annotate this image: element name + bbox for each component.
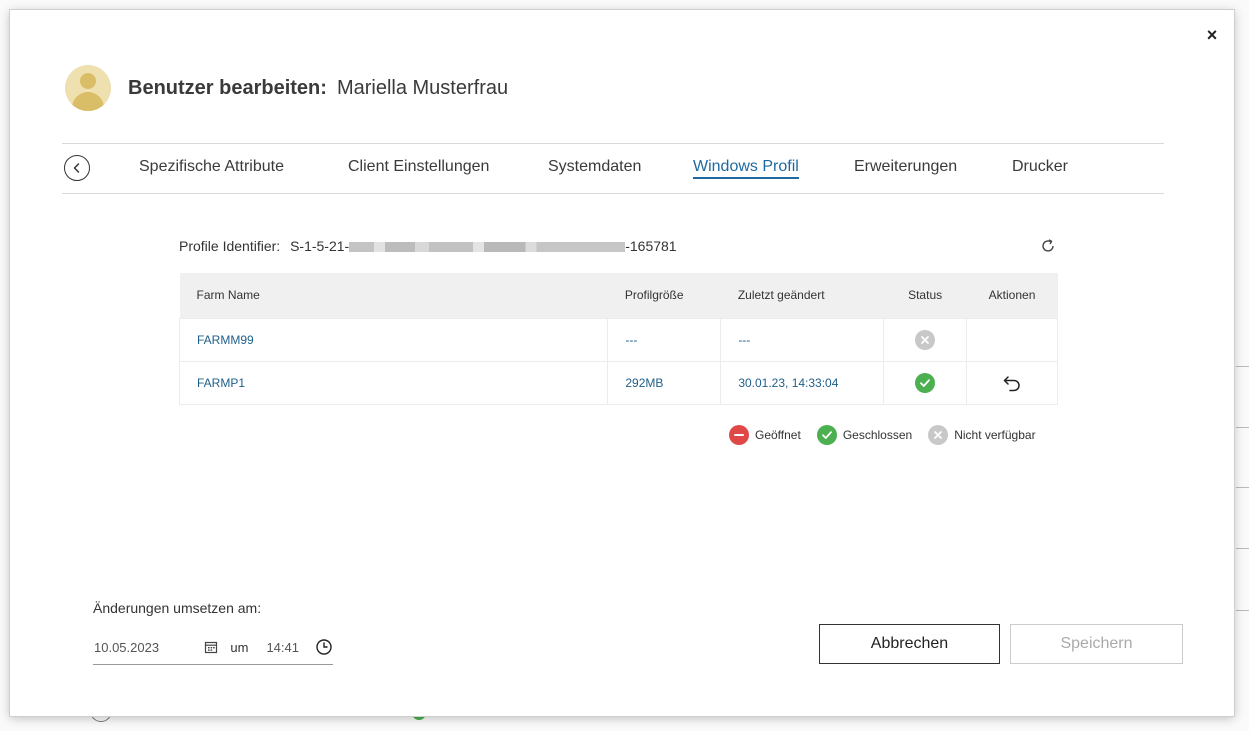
farm-name-cell: FARMP1	[178, 360, 609, 405]
date-input[interactable]: 10.05.2023	[93, 640, 202, 655]
undo-icon[interactable]	[1001, 372, 1023, 394]
legend-item-open: Geöffnet	[729, 425, 801, 445]
legend-label: Geöffnet	[755, 428, 801, 442]
actions-cell	[966, 317, 1058, 362]
user-avatar-icon	[65, 65, 111, 111]
status-unavailable-icon	[928, 425, 949, 445]
schedule-datetime-field: 10.05.2023 um 14:41	[93, 630, 333, 665]
profile-identifier-value: S-1-5-21- -165781	[290, 238, 677, 254]
table-row: FARMP1 292MB 30.01.23, 14:33:04	[178, 360, 1058, 405]
column-header-status: Status	[883, 273, 967, 318]
status-cell	[883, 360, 968, 405]
tab-spezifische-attribute[interactable]: Spezifische Attribute	[139, 158, 284, 176]
cancel-button[interactable]: Abbrechen	[819, 624, 1000, 664]
tab-drucker[interactable]: Drucker	[1012, 158, 1068, 176]
last-changed-cell: ---	[720, 317, 885, 362]
column-header-actions: Aktionen	[966, 273, 1058, 318]
status-legend: Geöffnet Geschlossen Nicht verfügbar	[729, 425, 1036, 445]
profile-identifier-label: Profile Identifier:	[179, 238, 281, 254]
dialog-title-label: Benutzer bearbeiten:	[128, 76, 327, 99]
status-cell	[883, 317, 968, 362]
column-header-profile-size[interactable]: Profilgröße	[607, 273, 721, 318]
refresh-icon[interactable]	[1039, 237, 1057, 255]
status-open-icon	[729, 425, 749, 445]
profile-size-cell: ---	[607, 317, 722, 362]
edit-user-dialog: × Benutzer bearbeiten: Mariella Musterfr…	[10, 10, 1234, 716]
time-input[interactable]: 14:41	[266, 640, 299, 655]
time-separator-label: um	[230, 639, 249, 655]
chevron-left-icon[interactable]	[64, 155, 90, 181]
farm-name-cell: FARMM99	[178, 317, 609, 362]
column-header-last-changed[interactable]: Zuletzt geändert	[720, 273, 884, 318]
legend-item-unavailable: Nicht verfügbar	[928, 425, 1036, 445]
profiles-table: Farm Name Profilgröße Zuletzt geändert S…	[178, 273, 1058, 405]
schedule-label: Änderungen umsetzen am:	[93, 600, 262, 616]
redacted-segment	[349, 242, 626, 253]
legend-item-closed: Geschlossen	[816, 425, 913, 445]
profile-identifier-suffix: -165781	[625, 238, 677, 254]
clock-icon[interactable]	[315, 638, 333, 656]
profile-identifier: Profile Identifier: S-1-5-21- -165781	[179, 238, 677, 254]
tab-systemdaten[interactable]: Systemdaten	[548, 158, 641, 176]
profile-size-cell: 292MB	[607, 360, 722, 405]
save-button[interactable]: Speichern	[1010, 624, 1183, 664]
status-unavailable-icon	[915, 329, 936, 350]
tab-client-einstellungen[interactable]: Client Einstellungen	[348, 158, 489, 176]
table-header-row: Farm Name Profilgröße Zuletzt geändert S…	[179, 273, 1058, 318]
status-closed-icon	[816, 425, 837, 445]
status-closed-icon	[915, 372, 936, 393]
tab-windows-profil[interactable]: Windows Profil	[693, 158, 799, 179]
calendar-icon[interactable]	[204, 640, 218, 654]
dialog-user-name: Mariella Musterfrau	[336, 76, 509, 99]
profile-identifier-prefix: S-1-5-21-	[290, 238, 350, 254]
column-header-farm-name[interactable]: Farm Name	[179, 273, 608, 318]
dialog-header: Benutzer bearbeiten: Mariella Musterfrau	[65, 65, 508, 111]
tab-erweiterungen[interactable]: Erweiterungen	[854, 158, 957, 176]
legend-label: Nicht verfügbar	[954, 428, 1036, 442]
tab-bar: Spezifische Attribute Client Einstellung…	[62, 143, 1164, 194]
close-icon[interactable]: ×	[1203, 26, 1221, 44]
legend-label: Geschlossen	[842, 428, 913, 442]
last-changed-cell: 30.01.23, 14:33:04	[720, 360, 885, 405]
actions-cell	[966, 360, 1058, 405]
table-row: FARMM99 --- ---	[178, 317, 1058, 362]
